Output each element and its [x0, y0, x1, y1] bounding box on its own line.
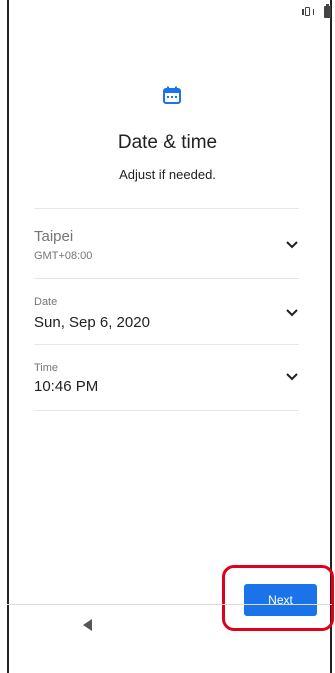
vibrate-icon [302, 6, 314, 18]
divider [34, 278, 299, 279]
time-value: 10:46 PM [34, 378, 99, 395]
chevron-down-icon[interactable] [285, 308, 299, 318]
date-value: Sun, Sep 6, 2020 [34, 314, 150, 331]
date-label: Date [34, 296, 58, 308]
back-triangle-icon[interactable] [83, 619, 92, 631]
page-subtitle: Adjust if needed. [119, 167, 216, 182]
divider [34, 344, 299, 345]
page-title: Date & time [117, 132, 218, 153]
divider [34, 410, 299, 411]
chevron-down-icon[interactable] [285, 240, 299, 250]
time-label: Time [34, 362, 59, 374]
date-row[interactable]: Date Sun, Sep 6, 2020 [34, 288, 299, 344]
next-button[interactable]: Next [244, 584, 317, 616]
time-row[interactable]: Time 10:46 PM [34, 352, 299, 410]
battery-icon [324, 4, 331, 18]
chevron-down-icon[interactable] [285, 372, 299, 382]
timezone-row[interactable]: Taipei GMT+08:00 [34, 218, 299, 278]
divider [34, 208, 299, 209]
timezone-offset: GMT+08:00 [34, 250, 93, 262]
timezone-city: Taipei [34, 228, 74, 245]
status-bar [302, 0, 331, 24]
calendar-icon [163, 86, 181, 104]
nav-bar-divider [7, 604, 332, 605]
